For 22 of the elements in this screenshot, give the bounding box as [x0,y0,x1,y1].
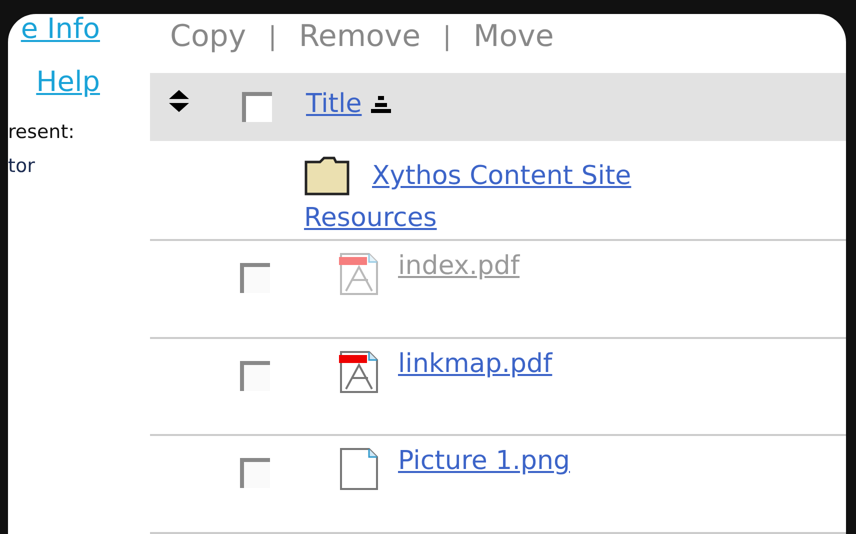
row-checkbox[interactable] [240,458,270,488]
select-all-checkbox[interactable] [242,92,272,122]
sort-ascending-icon [370,94,392,114]
toolbar-action[interactable]: Copy [170,19,246,54]
file-icon [338,448,380,490]
file-link[interactable]: linkmap.pdf [398,348,552,379]
sidebar-text: tor [8,154,35,178]
sidebar-text: resent: [8,120,75,144]
toolbar-separator: | [268,22,277,52]
sidebar-link[interactable]: Help [36,64,100,100]
pdf-file-icon [338,252,380,295]
file-link[interactable]: Picture 1.png [398,446,570,476]
sidebar-link[interactable]: e Info [20,14,100,44]
folder-link[interactable]: Xythos Content Site Resources [304,154,684,239]
toolbar-action[interactable]: Move [473,19,554,54]
folder-icon [304,156,352,196]
row-checkbox[interactable] [240,360,270,391]
title-column-link[interactable]: Title [306,88,392,119]
pdf-file-icon [338,350,380,393]
toolbar-action[interactable]: Remove [298,19,421,54]
toolbar-separator: | [442,22,452,52]
sort-icon[interactable] [168,88,190,113]
